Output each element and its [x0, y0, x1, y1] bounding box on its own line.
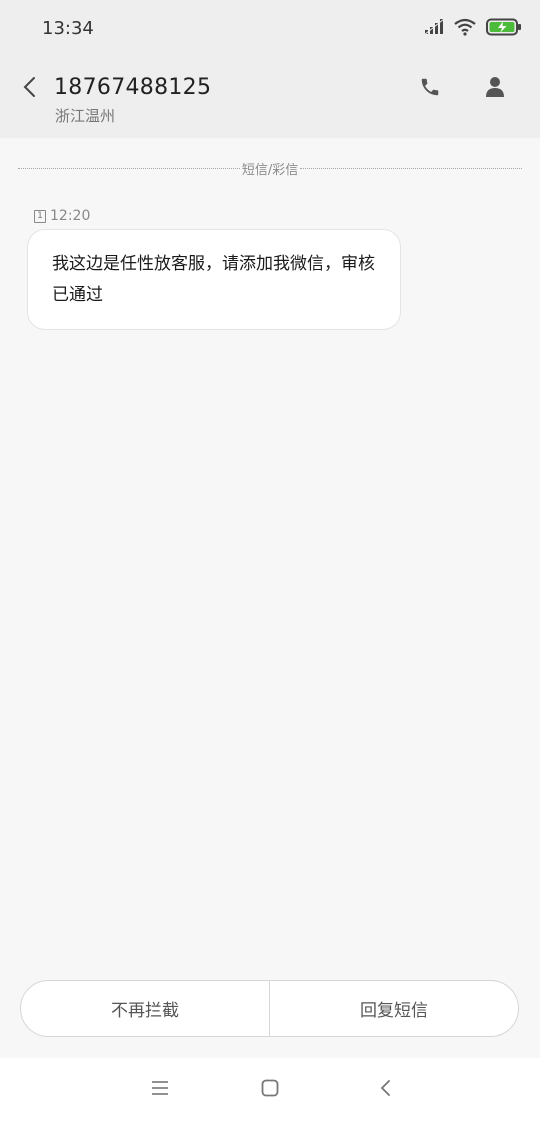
status-time: 13:34 — [42, 18, 94, 39]
message-time: 12:20 — [50, 208, 91, 224]
message-thread[interactable]: 短信/彩信 1 12:20 我这边是任性放客服，请添加我微信，审核已通过 — [0, 138, 540, 1058]
divider-line-left — [18, 167, 240, 169]
message-bubble[interactable]: 我这边是任性放客服，请添加我微信，审核已通过 — [27, 229, 401, 330]
chevron-left-icon — [22, 76, 36, 102]
contact-location: 浙江温州 — [55, 107, 116, 125]
battery-charging-icon — [486, 18, 522, 40]
message-type-divider: 短信/彩信 — [18, 158, 523, 178]
message-meta: 1 12:20 — [34, 208, 90, 224]
status-bar: 13:34 — [0, 0, 540, 58]
divider-label: 短信/彩信 — [241, 162, 299, 178]
action-bar: 不再拦截 回复短信 — [20, 980, 519, 1037]
contact-profile-button[interactable] — [479, 73, 511, 105]
back-icon — [379, 1079, 391, 1101]
contact-phone-number: 18767488125 — [54, 75, 212, 100]
reply-sms-button[interactable]: 回复短信 — [270, 981, 518, 1036]
nav-home-button[interactable] — [258, 1078, 282, 1102]
phone-icon — [419, 76, 441, 102]
sim-card-icon: 1 — [34, 209, 46, 223]
nav-back-button[interactable] — [373, 1078, 397, 1102]
menu-icon — [151, 1080, 169, 1100]
system-nav-bar — [0, 1058, 540, 1124]
person-icon — [485, 76, 505, 102]
wifi-icon — [454, 18, 476, 40]
nav-menu-button[interactable] — [148, 1078, 172, 1102]
divider-line-right — [300, 167, 523, 169]
home-icon — [261, 1079, 279, 1101]
conversation-header: 18767488125 浙江温州 — [0, 58, 540, 138]
signal-icon — [423, 18, 445, 39]
back-button[interactable] — [14, 74, 44, 104]
status-icons — [423, 18, 522, 40]
call-button[interactable] — [414, 73, 446, 105]
stop-blocking-button[interactable]: 不再拦截 — [21, 981, 269, 1036]
